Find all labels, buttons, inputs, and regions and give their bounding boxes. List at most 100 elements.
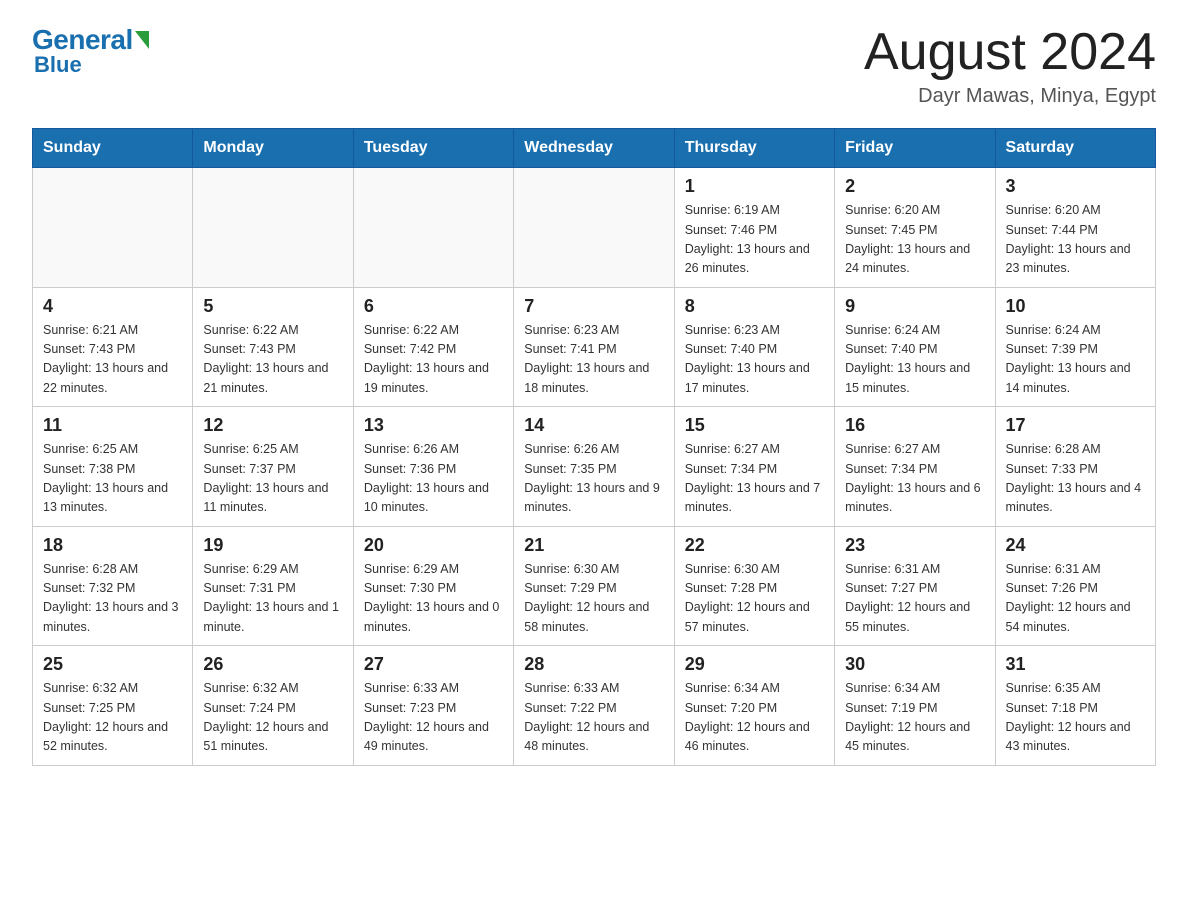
day-number: 9 xyxy=(845,296,984,317)
day-number: 8 xyxy=(685,296,824,317)
day-of-week-header: Friday xyxy=(835,129,995,168)
calendar-day-cell: 10 Sunrise: 6:24 AM Sunset: 7:39 PM Dayli… xyxy=(995,287,1155,407)
calendar-day-cell: 6 Sunrise: 6:22 AM Sunset: 7:42 PM Daylig… xyxy=(353,287,513,407)
day-of-week-header: Wednesday xyxy=(514,129,674,168)
calendar-day-cell: 23Sunrise: 6:31 AM Sunset: 7:27 PM Dayli… xyxy=(835,526,995,646)
calendar-day-cell: 22 Sunrise: 6:30 AM Sunset: 7:28 PM Dayli… xyxy=(674,526,834,646)
day-info: Sunrise: 6:24 AM Sunset: 7:39 PM Dayligh… xyxy=(1006,321,1145,399)
day-info: Sunrise: 6:20 AM Sunset: 7:44 PM Dayligh… xyxy=(1006,201,1145,279)
day-info: Sunrise: 6:21 AM Sunset: 7:43 PM Dayligh… xyxy=(43,321,182,399)
day-info: Sunrise: 6:28 AM Sunset: 7:32 PM Dayligh… xyxy=(43,560,182,638)
day-number: 21 xyxy=(524,535,663,556)
calendar-day-cell: 2 Sunrise: 6:20 AM Sunset: 7:45 PM Daylig… xyxy=(835,168,995,288)
day-number: 15 xyxy=(685,415,824,436)
calendar-day-cell: 30 Sunrise: 6:34 AM Sunset: 7:19 PM Dayli… xyxy=(835,646,995,766)
day-info: Sunrise: 6:25 AM Sunset: 7:38 PM Dayligh… xyxy=(43,440,182,518)
day-info: Sunrise: 6:29 AM Sunset: 7:30 PM Dayligh… xyxy=(364,560,503,638)
day-number: 1 xyxy=(685,176,824,197)
day-number: 6 xyxy=(364,296,503,317)
day-info: Sunrise: 6:28 AM Sunset: 7:33 PM Dayligh… xyxy=(1006,440,1145,518)
day-info: Sunrise: 6:26 AM Sunset: 7:35 PM Dayligh… xyxy=(524,440,663,518)
day-info: Sunrise: 6:34 AM Sunset: 7:19 PM Dayligh… xyxy=(845,679,984,757)
day-info: Sunrise: 6:32 AM Sunset: 7:25 PM Dayligh… xyxy=(43,679,182,757)
calendar-day-cell: 28 Sunrise: 6:33 AM Sunset: 7:22 PM Dayli… xyxy=(514,646,674,766)
calendar-day-cell: 8 Sunrise: 6:23 AM Sunset: 7:40 PM Daylig… xyxy=(674,287,834,407)
day-number: 28 xyxy=(524,654,663,675)
day-info: Sunrise: 6:24 AM Sunset: 7:40 PM Dayligh… xyxy=(845,321,984,399)
day-info: Sunrise: 6:22 AM Sunset: 7:42 PM Dayligh… xyxy=(364,321,503,399)
calendar-day-cell xyxy=(193,168,353,288)
calendar-day-cell: 4Sunrise: 6:21 AM Sunset: 7:43 PM Daylig… xyxy=(33,287,193,407)
day-of-week-header: Thursday xyxy=(674,129,834,168)
calendar-day-cell: 25 Sunrise: 6:32 AM Sunset: 7:25 PM Dayli… xyxy=(33,646,193,766)
title-area: August 2024 Dayr Mawas, Minya, Egypt xyxy=(864,24,1156,108)
day-info: Sunrise: 6:27 AM Sunset: 7:34 PM Dayligh… xyxy=(845,440,984,518)
day-number: 11 xyxy=(43,415,182,436)
day-number: 19 xyxy=(203,535,342,556)
day-info: Sunrise: 6:33 AM Sunset: 7:22 PM Dayligh… xyxy=(524,679,663,757)
calendar-day-cell: 11 Sunrise: 6:25 AM Sunset: 7:38 PM Dayli… xyxy=(33,407,193,527)
calendar-day-cell: 16Sunrise: 6:27 AM Sunset: 7:34 PM Dayli… xyxy=(835,407,995,527)
day-number: 30 xyxy=(845,654,984,675)
day-number: 27 xyxy=(364,654,503,675)
day-of-week-header: Monday xyxy=(193,129,353,168)
day-number: 17 xyxy=(1006,415,1145,436)
day-info: Sunrise: 6:31 AM Sunset: 7:26 PM Dayligh… xyxy=(1006,560,1145,638)
calendar-day-cell: 5Sunrise: 6:22 AM Sunset: 7:43 PM Daylig… xyxy=(193,287,353,407)
day-info: Sunrise: 6:33 AM Sunset: 7:23 PM Dayligh… xyxy=(364,679,503,757)
day-info: Sunrise: 6:29 AM Sunset: 7:31 PM Dayligh… xyxy=(203,560,342,638)
day-number: 22 xyxy=(685,535,824,556)
day-number: 18 xyxy=(43,535,182,556)
calendar-day-cell xyxy=(514,168,674,288)
logo: General Blue xyxy=(32,24,149,78)
day-number: 2 xyxy=(845,176,984,197)
calendar-day-cell: 18 Sunrise: 6:28 AM Sunset: 7:32 PM Dayli… xyxy=(33,526,193,646)
calendar-day-cell: 31Sunrise: 6:35 AM Sunset: 7:18 PM Dayli… xyxy=(995,646,1155,766)
calendar-day-cell: 1 Sunrise: 6:19 AM Sunset: 7:46 PM Daylig… xyxy=(674,168,834,288)
day-info: Sunrise: 6:30 AM Sunset: 7:28 PM Dayligh… xyxy=(685,560,824,638)
day-number: 29 xyxy=(685,654,824,675)
day-info: Sunrise: 6:27 AM Sunset: 7:34 PM Dayligh… xyxy=(685,440,824,518)
calendar-week-row: 1 Sunrise: 6:19 AM Sunset: 7:46 PM Daylig… xyxy=(33,168,1156,288)
logo-general-part: General xyxy=(32,24,133,55)
calendar-week-row: 11 Sunrise: 6:25 AM Sunset: 7:38 PM Dayli… xyxy=(33,407,1156,527)
calendar-day-cell: 24 Sunrise: 6:31 AM Sunset: 7:26 PM Dayli… xyxy=(995,526,1155,646)
day-number: 14 xyxy=(524,415,663,436)
day-number: 10 xyxy=(1006,296,1145,317)
day-number: 5 xyxy=(203,296,342,317)
day-number: 7 xyxy=(524,296,663,317)
day-of-week-header: Sunday xyxy=(33,129,193,168)
calendar-day-cell: 19 Sunrise: 6:29 AM Sunset: 7:31 PM Dayli… xyxy=(193,526,353,646)
calendar-table: SundayMondayTuesdayWednesdayThursdayFrid… xyxy=(32,128,1156,766)
calendar-day-cell: 7 Sunrise: 6:23 AM Sunset: 7:41 PM Daylig… xyxy=(514,287,674,407)
day-number: 24 xyxy=(1006,535,1145,556)
calendar-day-cell xyxy=(353,168,513,288)
day-number: 12 xyxy=(203,415,342,436)
day-number: 13 xyxy=(364,415,503,436)
day-info: Sunrise: 6:25 AM Sunset: 7:37 PM Dayligh… xyxy=(203,440,342,518)
calendar-week-row: 25 Sunrise: 6:32 AM Sunset: 7:25 PM Dayli… xyxy=(33,646,1156,766)
day-info: Sunrise: 6:35 AM Sunset: 7:18 PM Dayligh… xyxy=(1006,679,1145,757)
logo-blue-text: Blue xyxy=(34,52,82,78)
day-of-week-header: Tuesday xyxy=(353,129,513,168)
calendar-day-cell xyxy=(33,168,193,288)
calendar-day-cell: 9 Sunrise: 6:24 AM Sunset: 7:40 PM Daylig… xyxy=(835,287,995,407)
day-of-week-header: Saturday xyxy=(995,129,1155,168)
calendar-day-cell: 12 Sunrise: 6:25 AM Sunset: 7:37 PM Dayli… xyxy=(193,407,353,527)
calendar-day-cell: 14 Sunrise: 6:26 AM Sunset: 7:35 PM Dayli… xyxy=(514,407,674,527)
day-info: Sunrise: 6:23 AM Sunset: 7:40 PM Dayligh… xyxy=(685,321,824,399)
calendar-day-cell: 17 Sunrise: 6:28 AM Sunset: 7:33 PM Dayli… xyxy=(995,407,1155,527)
month-title: August 2024 xyxy=(864,24,1156,81)
location-text: Dayr Mawas, Minya, Egypt xyxy=(864,85,1156,108)
day-info: Sunrise: 6:34 AM Sunset: 7:20 PM Dayligh… xyxy=(685,679,824,757)
day-number: 25 xyxy=(43,654,182,675)
calendar-week-row: 4Sunrise: 6:21 AM Sunset: 7:43 PM Daylig… xyxy=(33,287,1156,407)
calendar-day-cell: 21 Sunrise: 6:30 AM Sunset: 7:29 PM Dayli… xyxy=(514,526,674,646)
calendar-day-cell: 15 Sunrise: 6:27 AM Sunset: 7:34 PM Dayli… xyxy=(674,407,834,527)
day-info: Sunrise: 6:19 AM Sunset: 7:46 PM Dayligh… xyxy=(685,201,824,279)
calendar-day-cell: 20 Sunrise: 6:29 AM Sunset: 7:30 PM Dayli… xyxy=(353,526,513,646)
day-number: 20 xyxy=(364,535,503,556)
day-info: Sunrise: 6:30 AM Sunset: 7:29 PM Dayligh… xyxy=(524,560,663,638)
day-info: Sunrise: 6:20 AM Sunset: 7:45 PM Dayligh… xyxy=(845,201,984,279)
day-info: Sunrise: 6:23 AM Sunset: 7:41 PM Dayligh… xyxy=(524,321,663,399)
